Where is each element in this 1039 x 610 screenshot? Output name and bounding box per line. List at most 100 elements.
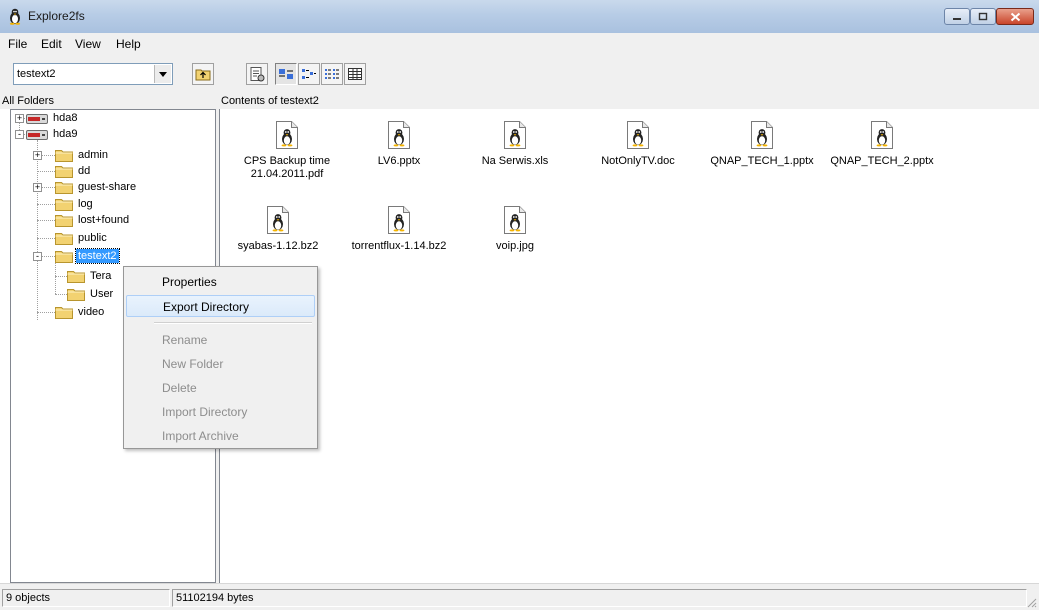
file-list[interactable]: CPS Backup time 21.04.2011.pdf LV6.pptx … [219,109,1039,583]
file-item[interactable]: CPS Backup time 21.04.2011.pdf [232,121,342,181]
menu-help[interactable]: Help [116,37,141,51]
menu-item-label: Import Archive [162,429,239,443]
menu-item-label: Properties [162,275,217,289]
menu-item-label: Delete [162,381,197,395]
menu-edit[interactable]: Edit [41,37,62,51]
menu-file[interactable]: File [8,37,27,51]
folder-icon [55,180,73,194]
tree-label-selected: testext2 [75,248,120,264]
tree-label: dd [78,165,91,177]
up-folder-icon [195,69,211,81]
file-name: Na Serwis.xls [481,155,549,167]
tree-node-hda9[interactable]: hda9 [26,126,79,142]
tree-label: log [78,198,93,210]
tree-node-tera[interactable]: Tera [67,268,113,284]
file-item[interactable]: torrentflux-1.14.bz2 [344,206,454,253]
file-name: syabas-1.12.bz2 [237,240,319,252]
minimize-button[interactable] [944,8,970,25]
collapse-hda9-toggle[interactable]: - [15,130,24,139]
file-name: CPS Backup time [243,155,331,167]
file-item[interactable]: voip.jpg [460,206,570,253]
menu-item-properties[interactable]: Properties [126,271,315,293]
drive-icon [26,128,48,141]
tree-node-user[interactable]: User [67,286,115,302]
details-view-button[interactable] [344,63,366,85]
toolbar: testext2 [0,55,1039,93]
small-icons-view-button[interactable] [298,63,320,85]
contents-header: Contents of testext2 [219,93,1039,109]
menu-item-label: Import Directory [162,405,248,419]
folder-icon [55,197,73,211]
tree-node-testext2[interactable]: testext2 [55,248,120,264]
tree-label: User [90,288,114,300]
file-item[interactable]: syabas-1.12.bz2 [223,206,333,253]
linux-file-icon [388,121,410,149]
menu-item-new-folder: New Folder [126,353,315,375]
close-icon [1010,12,1020,21]
status-bar: 9 objects 51102194 bytes [0,583,1039,610]
title-bar[interactable]: Explore2fs [0,0,1039,34]
linux-file-icon [871,121,893,149]
folder-icon [55,164,73,178]
collapse-testext2-toggle[interactable]: - [33,252,42,261]
properties-icon [250,67,265,82]
status-object-count: 9 objects [2,589,170,607]
tree-node-hda8[interactable]: hda8 [26,110,79,126]
tux-penguin-icon [9,8,21,25]
tree-node-guest-share[interactable]: guest-share [55,179,138,195]
menu-separator [154,322,312,324]
file-name: NotOnlyTV.doc [601,155,675,167]
folder-icon [55,231,73,245]
context-menu: Properties Export Directory Rename New F… [123,266,318,449]
linux-file-icon [627,121,649,149]
small-icons-view-icon [302,69,316,79]
expand-hda8-toggle[interactable]: + [15,114,24,123]
tree-label: lost+found [78,214,130,226]
dropdown-arrow-icon[interactable] [154,65,171,83]
folder-icon [67,287,85,301]
tree-node-public[interactable]: public [55,230,109,246]
menu-item-export-directory[interactable]: Export Directory [126,295,315,317]
menu-view[interactable]: View [75,37,101,51]
status-byte-count: 51102194 bytes [172,589,1027,607]
properties-button[interactable] [246,63,268,85]
file-name-line2: 21.04.2011.pdf [250,168,324,180]
maximize-icon [978,12,988,21]
large-icons-view-button[interactable] [275,63,297,85]
linux-file-icon [276,121,298,149]
menu-item-rename: Rename [126,329,315,351]
tree-label: hda9 [53,128,78,140]
menu-item-import-archive: Import Archive [126,425,315,447]
linux-file-icon [504,121,526,149]
menu-item-label: Export Directory [163,300,250,314]
minimize-icon [953,17,961,20]
up-folder-button[interactable] [192,63,214,85]
linux-file-icon [504,206,526,234]
tree-node-video[interactable]: video [55,304,106,320]
list-view-button[interactable] [321,63,343,85]
drive-select-value: testext2 [17,68,56,80]
file-item[interactable]: Na Serwis.xls [460,121,570,168]
drive-select[interactable]: testext2 [13,63,173,85]
tree-node-log[interactable]: log [55,196,95,212]
folder-icon [55,305,73,319]
file-item[interactable]: QNAP_TECH_2.pptx [827,121,937,168]
file-item[interactable]: NotOnlyTV.doc [583,121,693,168]
expand-admin-toggle[interactable]: + [33,151,42,160]
maximize-button[interactable] [970,8,996,25]
tree-label: admin [78,149,108,161]
all-folders-header: All Folders [0,93,216,109]
close-button[interactable] [996,8,1034,25]
resize-grip-icon[interactable] [1025,596,1037,608]
folder-icon [67,269,85,283]
large-icons-view-icon [279,69,293,79]
tree-label: guest-share [78,181,137,193]
tree-node-lost-found[interactable]: lost+found [55,212,131,228]
file-item[interactable]: QNAP_TECH_1.pptx [707,121,817,168]
file-item[interactable]: LV6.pptx [344,121,454,168]
tree-node-dd[interactable]: dd [55,163,92,179]
expand-guest-share-toggle[interactable]: + [33,183,42,192]
tree-label: public [78,232,107,244]
tree-node-admin[interactable]: admin [55,147,110,163]
menu-item-label: New Folder [162,357,224,371]
